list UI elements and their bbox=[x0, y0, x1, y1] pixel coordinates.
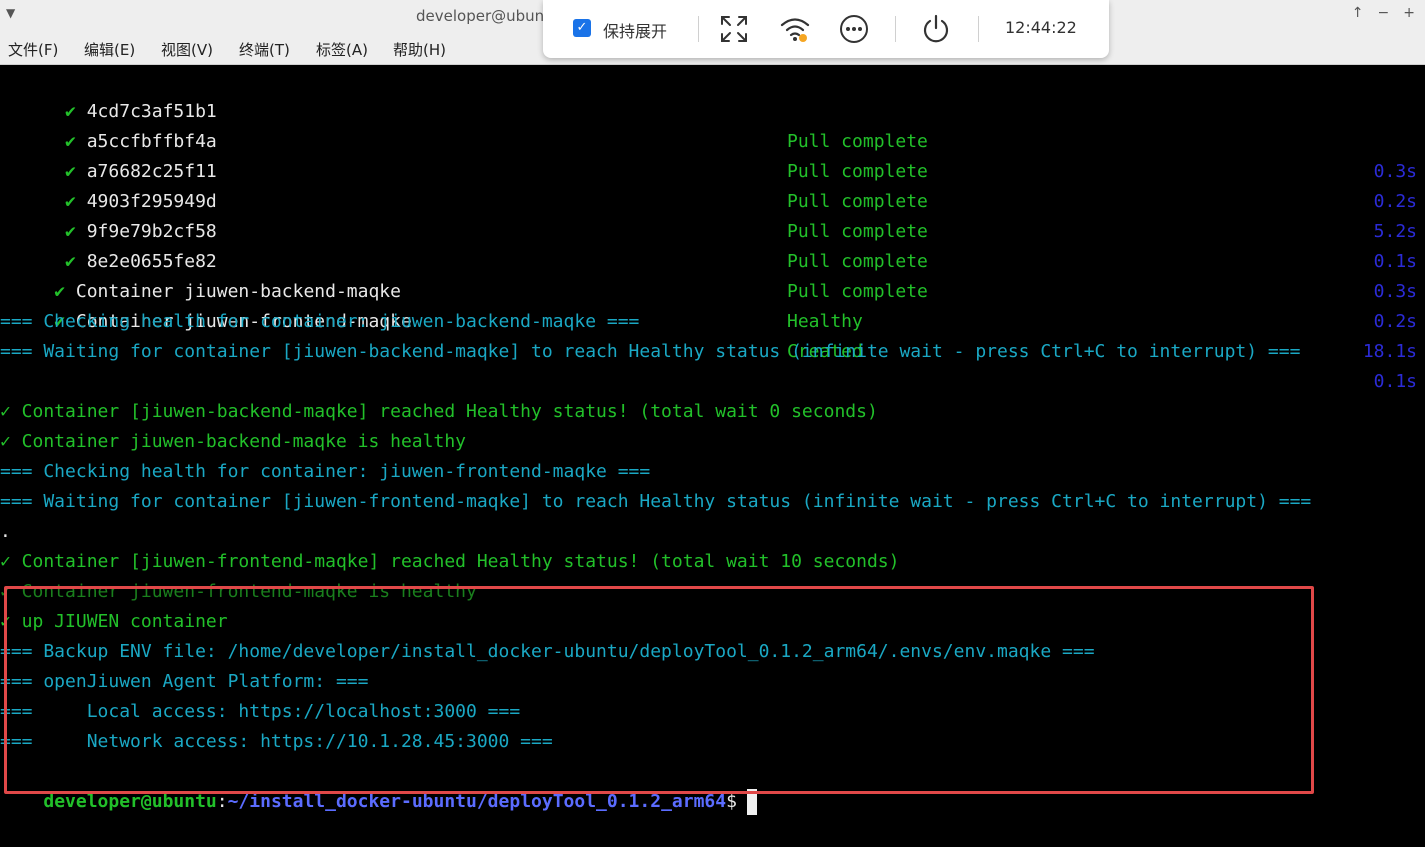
pull-row: ✔ a76682c25f11 Pull complete 5.2s bbox=[0, 127, 1425, 242]
wifi-icon[interactable] bbox=[779, 13, 811, 45]
log-line: ✓ Container jiuwen-backend-maqke is heal… bbox=[0, 431, 466, 452]
prompt-symbol: $ bbox=[726, 791, 737, 812]
log-line: === Checking health for container: jiuwe… bbox=[0, 461, 651, 482]
log-line: ✓ Container [jiuwen-frontend-maqke] reac… bbox=[0, 551, 900, 572]
power-icon[interactable] bbox=[920, 13, 952, 45]
window-up-button[interactable]: ↑ bbox=[1352, 5, 1364, 21]
separator bbox=[895, 16, 896, 42]
menu-view[interactable]: 视图(V) bbox=[161, 39, 213, 60]
log-line: ✓ Container [jiuwen-backend-maqke] reach… bbox=[0, 401, 878, 422]
prompt-separator: : bbox=[216, 791, 228, 812]
menu-edit[interactable]: 编辑(E) bbox=[84, 39, 135, 60]
menu-file[interactable]: 文件(F) bbox=[8, 39, 58, 60]
prompt-path: ~/install_docker-ubuntu/deployTool_0.1.2… bbox=[227, 791, 727, 812]
pull-time: 0.2s bbox=[1373, 311, 1417, 332]
pull-row: ✔ 4cd7c3af51b1 Pull complete 0.3s bbox=[0, 67, 1425, 182]
window-menu-arrow-icon[interactable]: ▼ bbox=[6, 6, 15, 20]
fullscreen-icon[interactable] bbox=[718, 13, 750, 45]
container-row: ✔ Container jiuwen-backend-maqke Healthy… bbox=[0, 247, 1425, 362]
pull-row: ✔ 4903f295949d Pull complete 0.1s bbox=[0, 157, 1425, 272]
container-status: Healthy bbox=[787, 311, 863, 332]
clock-time: 12:44:22 bbox=[1005, 18, 1077, 37]
remote-control-bar: ✓ 保持展开 12:44:22 bbox=[543, 0, 1109, 58]
highlight-box bbox=[4, 586, 1314, 794]
window-minimize-button[interactable]: − bbox=[1378, 5, 1390, 21]
more-icon[interactable] bbox=[838, 13, 870, 45]
separator bbox=[978, 16, 979, 42]
container-time: 0.1s bbox=[1373, 371, 1417, 392]
window-controls: ↑ − + bbox=[1352, 5, 1415, 21]
menu-help[interactable]: 帮助(H) bbox=[393, 39, 446, 60]
prompt-user: developer@ubuntu bbox=[43, 791, 217, 812]
log-line: === Waiting for container [jiuwen-fronte… bbox=[0, 491, 1312, 512]
separator bbox=[698, 16, 699, 42]
pull-row: ✔ 9f9e79b2cf58 Pull complete 0.3s bbox=[0, 187, 1425, 302]
pull-row: ✔ a5ccfbffbf4a Pull complete 0.2s bbox=[0, 97, 1425, 212]
container-row: ✔ Container jiuwen-frontend-maqke Create… bbox=[0, 277, 1425, 392]
window-maximize-button[interactable]: + bbox=[1403, 5, 1415, 21]
log-line: === Waiting for container [jiuwen-backen… bbox=[0, 341, 1301, 362]
keep-expanded-label: 保持展开 bbox=[603, 22, 668, 41]
window-title: developer@ubuntu bbox=[416, 7, 560, 25]
menu-terminal[interactable]: 终端(T) bbox=[239, 39, 290, 60]
menu-tabs[interactable]: 标签(A) bbox=[316, 39, 368, 60]
pull-row: ✔ 8e2e0655fe82 Pull complete 0.2s bbox=[0, 217, 1425, 332]
log-line: . bbox=[0, 521, 11, 542]
container-time: 18.1s bbox=[1362, 341, 1417, 362]
keep-expanded-checkbox[interactable]: ✓ bbox=[573, 19, 591, 37]
log-line: === Checking health for container: jiuwe… bbox=[0, 311, 640, 332]
